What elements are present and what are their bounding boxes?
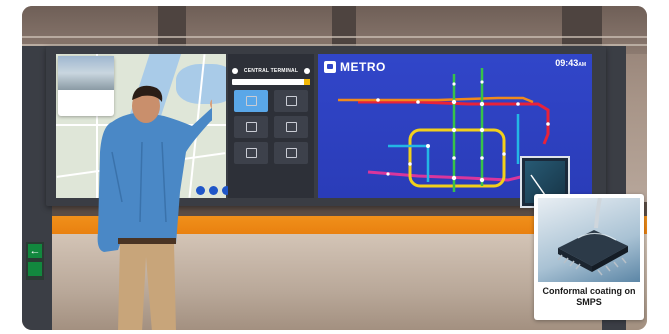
coated-chip-illustration xyxy=(557,198,628,276)
callout-box: Conformal coating on SMPS xyxy=(534,194,644,320)
train-icon xyxy=(324,61,336,73)
terminal-header: CENTRAL TERMINAL xyxy=(232,66,310,75)
bus-icon xyxy=(245,122,257,132)
terminal-menu-tile[interactable] xyxy=(274,142,308,164)
terminal-menu-tile[interactable] xyxy=(274,90,308,112)
callout-caption-line2: SMPS xyxy=(576,297,602,307)
building-icon xyxy=(245,96,257,106)
food-icon xyxy=(245,148,257,158)
metro-clock-time: 09:43 xyxy=(555,58,579,68)
metro-clock: 09:43AM xyxy=(555,58,586,68)
terminal-title: CENTRAL TERMINAL xyxy=(243,67,299,74)
search-icon[interactable] xyxy=(304,79,310,85)
chevron-left-icon[interactable] xyxy=(232,67,238,74)
callout-caption: Conformal coating on SMPS xyxy=(536,286,642,308)
terminal-search-input[interactable] xyxy=(232,79,310,85)
person-shirt xyxy=(97,107,212,252)
emergency-exit-sign: ← xyxy=(26,242,44,280)
taxi-icon xyxy=(285,122,297,132)
terminal-menu-tile[interactable] xyxy=(234,90,268,112)
terminal-panel: CENTRAL TERMINAL xyxy=(228,54,314,198)
terminal-menu-grid xyxy=(234,90,308,164)
chevron-right-icon[interactable] xyxy=(304,67,310,74)
arrow-left-icon: ← xyxy=(28,244,42,258)
metro-line-magenta xyxy=(367,170,534,182)
railing xyxy=(22,36,647,38)
metro-clock-suffix: AM xyxy=(578,62,586,68)
terminal-menu-tile[interactable] xyxy=(234,142,268,164)
train-icon xyxy=(285,96,297,106)
callout-caption-line1: Conformal coating on xyxy=(542,286,636,296)
emergency-exit-icon xyxy=(28,262,42,276)
metro-title: METRO xyxy=(340,60,386,74)
person-trousers xyxy=(118,242,176,330)
terminal-menu-tile[interactable] xyxy=(234,116,268,138)
person-pointing-figure xyxy=(97,85,212,330)
hotel-icon xyxy=(285,148,297,158)
chip-closeup-image xyxy=(538,198,640,282)
terminal-menu-tile[interactable] xyxy=(274,116,308,138)
person-belt xyxy=(118,238,176,244)
